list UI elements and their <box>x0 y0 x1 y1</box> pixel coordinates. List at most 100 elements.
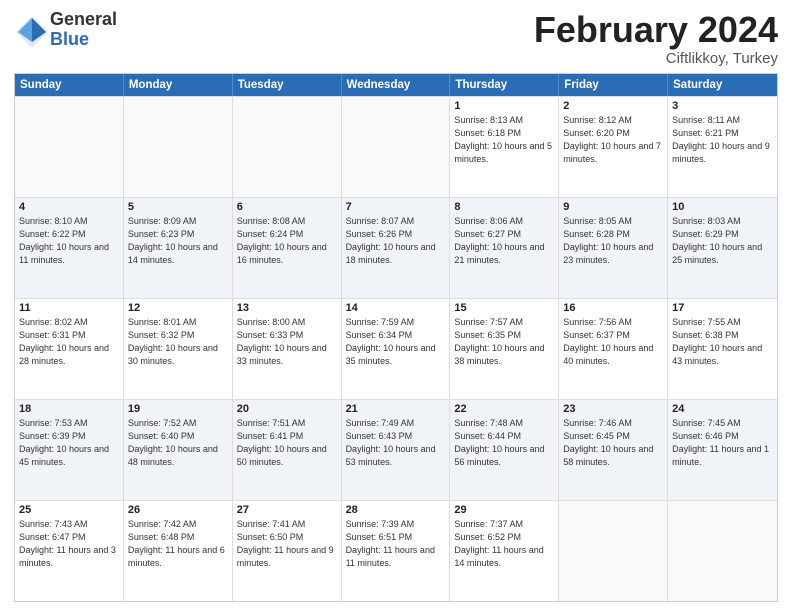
cal-cell-r4-c0: 25Sunrise: 7:43 AM Sunset: 6:47 PM Dayli… <box>15 501 124 601</box>
cal-cell-r3-c6: 24 Sunrise: 7:45 AM Sunset: 6:46 PM Dayli… <box>668 400 777 500</box>
cal-cell-r4-c2: 27 Sunrise: 7:41 AM Sunset: 6:50 PM Dayli… <box>233 501 342 601</box>
header: General Blue February 2024 Ciftlikkoy, T… <box>14 10 778 67</box>
day-number-12: 12 <box>128 302 228 314</box>
cal-cell-r2-c5: 16 Sunrise: 7:56 AM Sunset: 6:37 PM Dayli… <box>559 299 668 399</box>
day-number-13: 13 <box>237 302 337 314</box>
cal-cell-r0-c5: 2 Sunrise: 8:12 AM Sunset: 6:20 PM Daylig… <box>559 97 668 197</box>
day-number-21: 21 <box>346 403 446 415</box>
day-number-8: 8 <box>454 201 554 213</box>
day-info-22: Sunrise: 7:48 AM Sunset: 6:44 PM Dayligh… <box>454 417 554 469</box>
day-info-24: Sunrise: 7:45 AM Sunset: 6:46 PM Dayligh… <box>672 417 773 469</box>
cal-cell-r0-c6: 3 Sunrise: 8:11 AM Sunset: 6:21 PM Daylig… <box>668 97 777 197</box>
day-info-14: Sunrise: 7:59 AM Sunset: 6:34 PM Dayligh… <box>346 316 446 368</box>
day-info-16: Sunrise: 7:56 AM Sunset: 6:37 PM Dayligh… <box>563 316 663 368</box>
header-cell-thursday: Thursday <box>450 74 559 96</box>
cal-cell-r1-c3: 7 Sunrise: 8:07 AM Sunset: 6:26 PM Daylig… <box>342 198 451 298</box>
cal-cell-r2-c6: 17 Sunrise: 7:55 AM Sunset: 6:38 PM Dayli… <box>668 299 777 399</box>
calendar-row-1: 4 Sunrise: 8:10 AM Sunset: 6:22 PM Daylig… <box>15 197 777 298</box>
day-info-2: Sunrise: 8:12 AM Sunset: 6:20 PM Dayligh… <box>563 114 663 166</box>
cal-cell-r3-c3: 21 Sunrise: 7:49 AM Sunset: 6:43 PM Dayli… <box>342 400 451 500</box>
cal-cell-r4-c5 <box>559 501 668 601</box>
day-info-21: Sunrise: 7:49 AM Sunset: 6:43 PM Dayligh… <box>346 417 446 469</box>
day-number-28: 28 <box>346 504 446 516</box>
day-number-15: 15 <box>454 302 554 314</box>
cal-cell-r2-c3: 14Sunrise: 7:59 AM Sunset: 6:34 PM Dayli… <box>342 299 451 399</box>
header-cell-sunday: Sunday <box>15 74 124 96</box>
calendar-body: 1Sunrise: 8:13 AM Sunset: 6:18 PM Daylig… <box>15 96 777 601</box>
cal-cell-r3-c5: 23 Sunrise: 7:46 AM Sunset: 6:45 PM Dayli… <box>559 400 668 500</box>
cal-cell-r2-c0: 11 Sunrise: 8:02 AM Sunset: 6:31 PM Dayli… <box>15 299 124 399</box>
cal-cell-r4-c6 <box>668 501 777 601</box>
day-number-27: 27 <box>237 504 337 516</box>
page: General Blue February 2024 Ciftlikkoy, T… <box>0 0 792 612</box>
calendar-row-4: 25Sunrise: 7:43 AM Sunset: 6:47 PM Dayli… <box>15 500 777 601</box>
day-number-3: 3 <box>672 100 773 112</box>
day-number-23: 23 <box>563 403 663 415</box>
day-number-10: 10 <box>672 201 773 213</box>
day-number-18: 18 <box>19 403 119 415</box>
day-number-11: 11 <box>19 302 119 314</box>
cal-cell-r1-c5: 9 Sunrise: 8:05 AM Sunset: 6:28 PM Daylig… <box>559 198 668 298</box>
cal-cell-r2-c1: 12Sunrise: 8:01 AM Sunset: 6:32 PM Dayli… <box>124 299 233 399</box>
day-number-20: 20 <box>237 403 337 415</box>
calendar: SundayMondayTuesdayWednesdayThursdayFrid… <box>14 73 778 602</box>
day-info-15: Sunrise: 7:57 AM Sunset: 6:35 PM Dayligh… <box>454 316 554 368</box>
logo-blue-label: Blue <box>50 30 117 50</box>
day-info-20: Sunrise: 7:51 AM Sunset: 6:41 PM Dayligh… <box>237 417 337 469</box>
cal-cell-r0-c1 <box>124 97 233 197</box>
cal-cell-r3-c0: 18 Sunrise: 7:53 AM Sunset: 6:39 PM Dayli… <box>15 400 124 500</box>
header-cell-wednesday: Wednesday <box>342 74 451 96</box>
day-info-8: Sunrise: 8:06 AM Sunset: 6:27 PM Dayligh… <box>454 215 554 267</box>
day-number-25: 25 <box>19 504 119 516</box>
day-number-5: 5 <box>128 201 228 213</box>
day-info-5: Sunrise: 8:09 AM Sunset: 6:23 PM Dayligh… <box>128 215 228 267</box>
header-cell-tuesday: Tuesday <box>233 74 342 96</box>
day-number-17: 17 <box>672 302 773 314</box>
day-number-9: 9 <box>563 201 663 213</box>
day-number-16: 16 <box>563 302 663 314</box>
day-info-6: Sunrise: 8:08 AM Sunset: 6:24 PM Dayligh… <box>237 215 337 267</box>
logo: General Blue <box>14 10 117 50</box>
cal-cell-r4-c1: 26Sunrise: 7:42 AM Sunset: 6:48 PM Dayli… <box>124 501 233 601</box>
day-info-27: Sunrise: 7:41 AM Sunset: 6:50 PM Dayligh… <box>237 518 337 570</box>
day-info-23: Sunrise: 7:46 AM Sunset: 6:45 PM Dayligh… <box>563 417 663 469</box>
day-info-26: Sunrise: 7:42 AM Sunset: 6:48 PM Dayligh… <box>128 518 228 570</box>
cal-cell-r1-c0: 4 Sunrise: 8:10 AM Sunset: 6:22 PM Daylig… <box>15 198 124 298</box>
day-info-3: Sunrise: 8:11 AM Sunset: 6:21 PM Dayligh… <box>672 114 773 166</box>
day-number-2: 2 <box>563 100 663 112</box>
cal-cell-r4-c3: 28 Sunrise: 7:39 AM Sunset: 6:51 PM Dayli… <box>342 501 451 601</box>
day-number-7: 7 <box>346 201 446 213</box>
day-info-17: Sunrise: 7:55 AM Sunset: 6:38 PM Dayligh… <box>672 316 773 368</box>
cal-cell-r1-c4: 8 Sunrise: 8:06 AM Sunset: 6:27 PM Daylig… <box>450 198 559 298</box>
day-number-24: 24 <box>672 403 773 415</box>
day-number-6: 6 <box>237 201 337 213</box>
cal-cell-r0-c0 <box>15 97 124 197</box>
day-number-1: 1 <box>454 100 554 112</box>
cal-cell-r0-c3 <box>342 97 451 197</box>
calendar-row-2: 11 Sunrise: 8:02 AM Sunset: 6:31 PM Dayli… <box>15 298 777 399</box>
cal-cell-r4-c4: 29 Sunrise: 7:37 AM Sunset: 6:52 PM Dayli… <box>450 501 559 601</box>
day-info-9: Sunrise: 8:05 AM Sunset: 6:28 PM Dayligh… <box>563 215 663 267</box>
day-info-7: Sunrise: 8:07 AM Sunset: 6:26 PM Dayligh… <box>346 215 446 267</box>
calendar-header-row: SundayMondayTuesdayWednesdayThursdayFrid… <box>15 74 777 96</box>
day-info-13: Sunrise: 8:00 AM Sunset: 6:33 PM Dayligh… <box>237 316 337 368</box>
day-info-28: Sunrise: 7:39 AM Sunset: 6:51 PM Dayligh… <box>346 518 446 570</box>
cal-cell-r1-c6: 10Sunrise: 8:03 AM Sunset: 6:29 PM Dayli… <box>668 198 777 298</box>
header-cell-monday: Monday <box>124 74 233 96</box>
day-info-29: Sunrise: 7:37 AM Sunset: 6:52 PM Dayligh… <box>454 518 554 570</box>
cal-cell-r3-c4: 22 Sunrise: 7:48 AM Sunset: 6:44 PM Dayli… <box>450 400 559 500</box>
day-number-29: 29 <box>454 504 554 516</box>
cal-cell-r1-c2: 6 Sunrise: 8:08 AM Sunset: 6:24 PM Daylig… <box>233 198 342 298</box>
cal-cell-r3-c2: 20 Sunrise: 7:51 AM Sunset: 6:41 PM Dayli… <box>233 400 342 500</box>
logo-general-label: General <box>50 10 117 30</box>
calendar-row-0: 1Sunrise: 8:13 AM Sunset: 6:18 PM Daylig… <box>15 96 777 197</box>
day-info-4: Sunrise: 8:10 AM Sunset: 6:22 PM Dayligh… <box>19 215 119 267</box>
day-number-22: 22 <box>454 403 554 415</box>
cal-cell-r2-c2: 13 Sunrise: 8:00 AM Sunset: 6:33 PM Dayli… <box>233 299 342 399</box>
day-info-11: Sunrise: 8:02 AM Sunset: 6:31 PM Dayligh… <box>19 316 119 368</box>
cal-cell-r0-c2 <box>233 97 342 197</box>
day-number-4: 4 <box>19 201 119 213</box>
logo-icon <box>14 14 46 46</box>
cal-cell-r0-c4: 1Sunrise: 8:13 AM Sunset: 6:18 PM Daylig… <box>450 97 559 197</box>
day-info-18: Sunrise: 7:53 AM Sunset: 6:39 PM Dayligh… <box>19 417 119 469</box>
